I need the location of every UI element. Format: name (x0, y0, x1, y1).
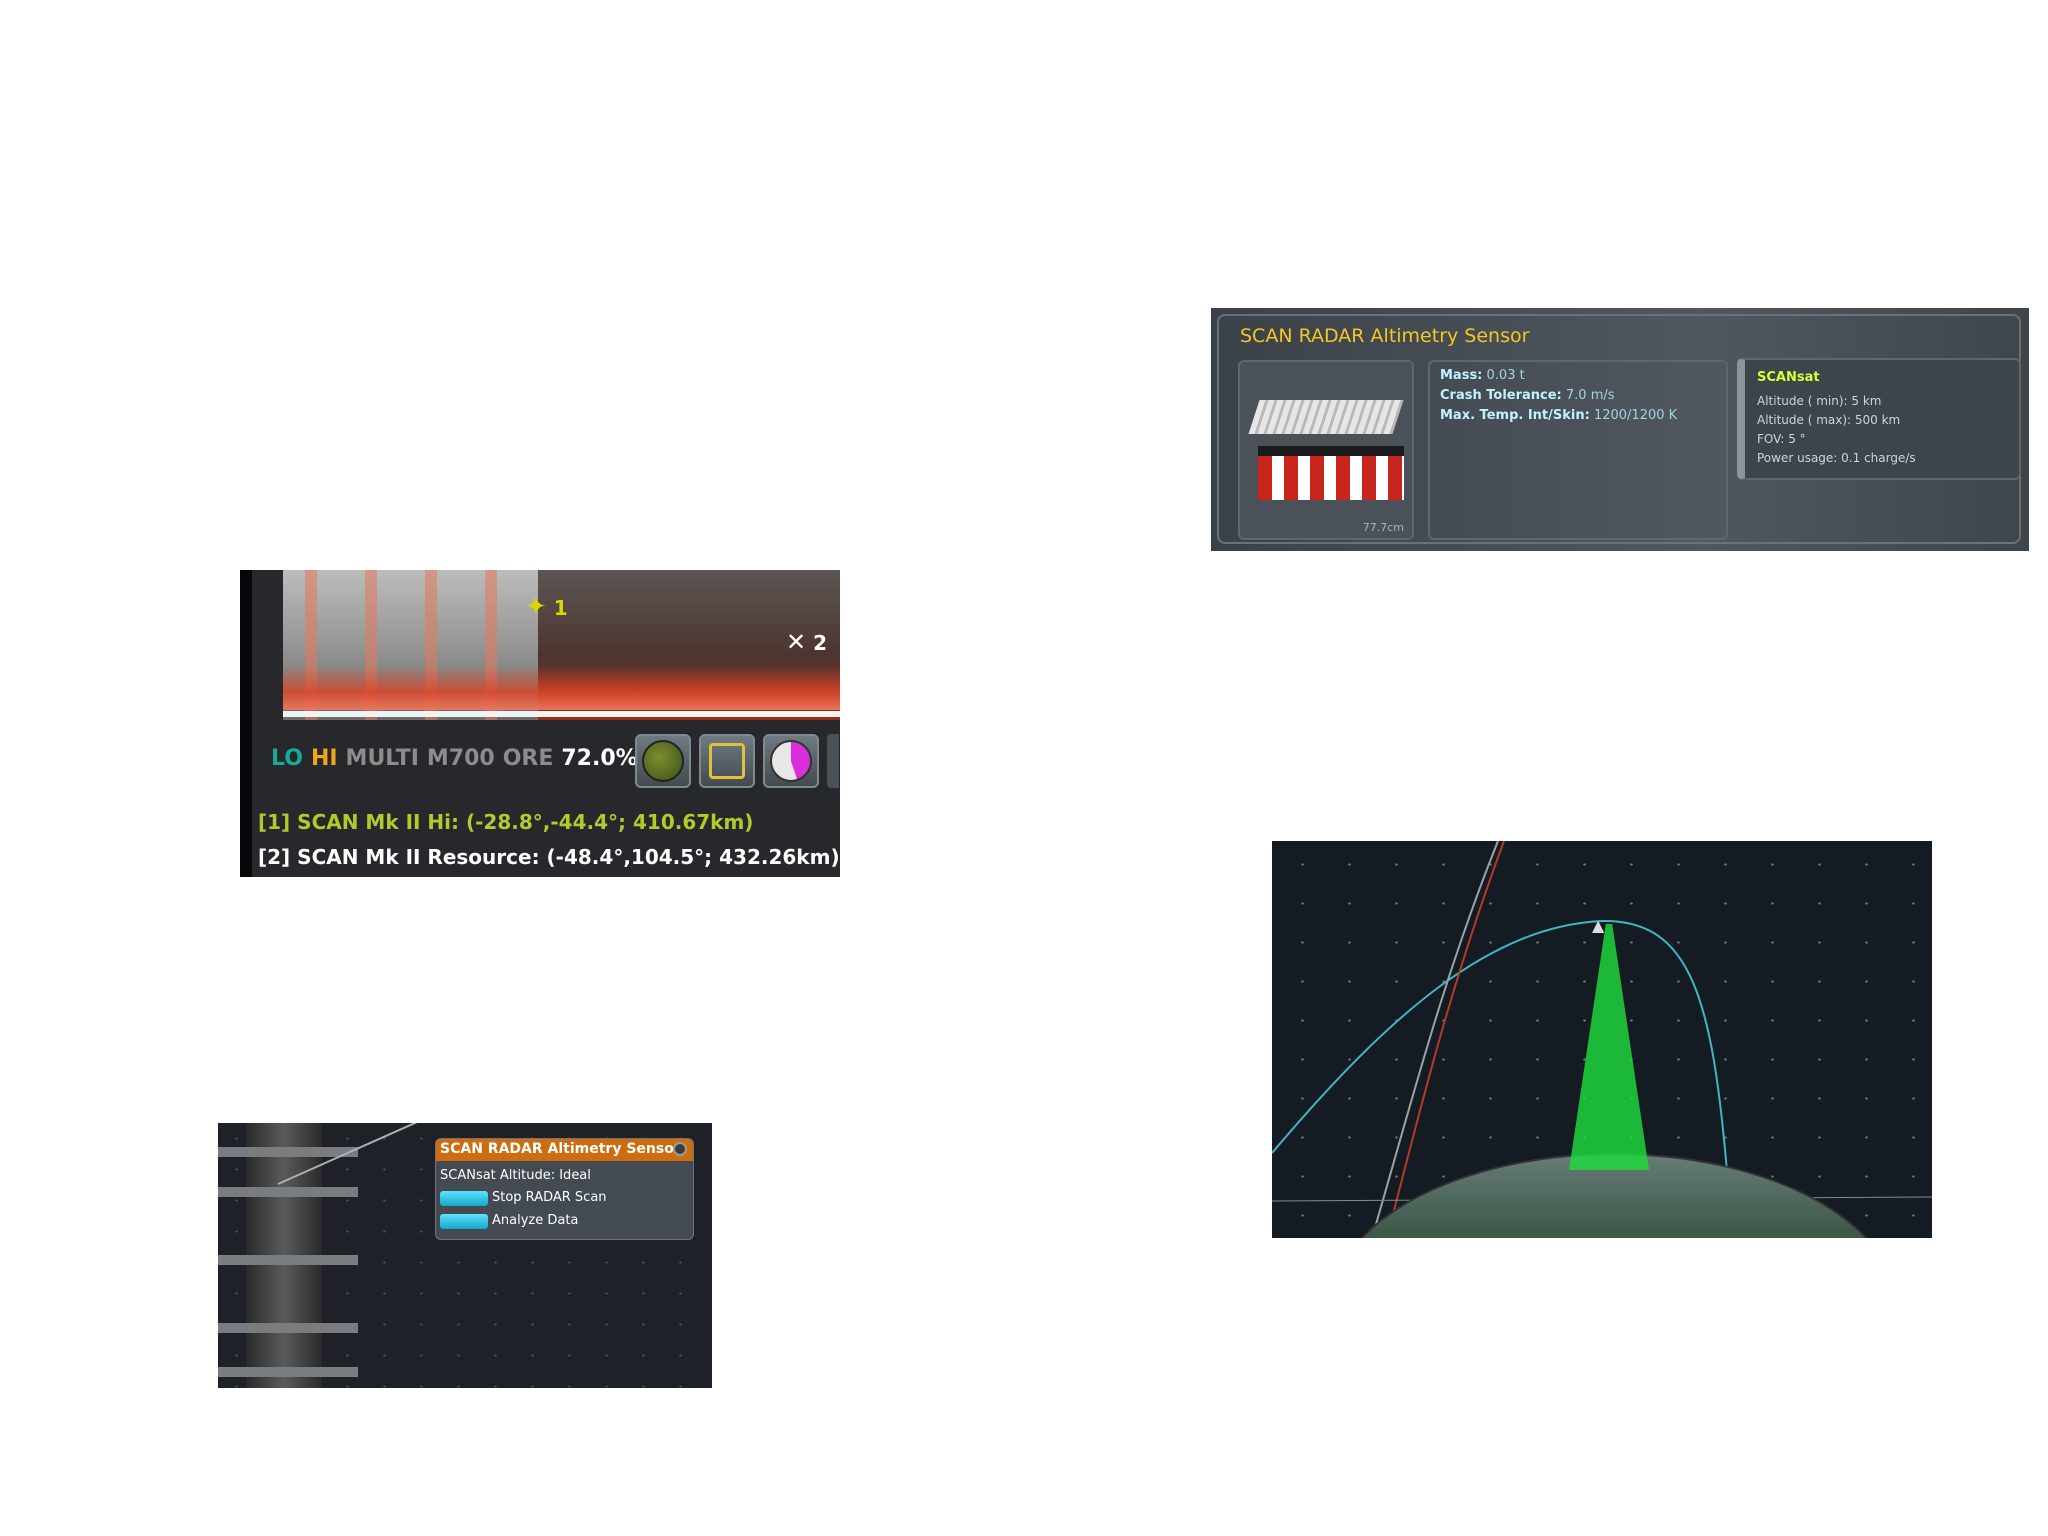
stat-label: Mass: (1440, 368, 1483, 383)
stat-value: 1200/1200 K (1593, 408, 1678, 423)
stat-value: 7.0 m/s (1565, 388, 1615, 403)
toolbar-button-partial[interactable] (827, 734, 839, 788)
part-action-scene: SCAN RADAR Altimetry Sensor SCANsat Alti… (218, 1123, 712, 1388)
truss-strut (218, 1187, 358, 1197)
legend-lo: LO (271, 746, 303, 771)
stop-radar-scan-button[interactable] (440, 1191, 488, 1206)
stat-label: Crash Tolerance: (1440, 388, 1562, 403)
analyze-data-label[interactable]: Analyze Data (492, 1213, 578, 1228)
stat-label: Max. Temp. Int/Skin: (1440, 408, 1590, 423)
module-alt-max: Altitude ( max): 500 km (1757, 413, 1901, 427)
stat-crash-tolerance: Crash Tolerance: 7.0 m/s (1440, 388, 1615, 403)
orbit-path (1272, 919, 1728, 1172)
truss-strut (218, 1367, 358, 1377)
truss-strut (218, 1323, 358, 1333)
paw-status: SCANsat Altitude: Ideal (440, 1168, 591, 1183)
legend-m700: M700 (426, 746, 495, 771)
vessel-marker-label: 2 (813, 631, 827, 655)
module-alt-min: Altitude ( min): 5 km (1757, 394, 1882, 408)
vessel-marker-2[interactable]: ✕ 2 (786, 628, 827, 656)
map-bottom-line (283, 711, 840, 717)
planet-overlay-icon (770, 740, 812, 782)
part-info-tooltip: SCAN RADAR Altimetry Sensor 77.7cm Mass:… (1211, 308, 2029, 551)
truss-strut (218, 1255, 358, 1265)
analyze-data-button[interactable] (440, 1214, 488, 1229)
satellite-icon[interactable]: ▲ (1592, 916, 1604, 935)
paw-title: SCAN RADAR Altimetry Sensor (440, 1141, 681, 1157)
stop-radar-scan-label[interactable]: Stop RADAR Scan (492, 1190, 607, 1205)
antenna-plate (1248, 400, 1404, 434)
module-power: Power usage: 0.1 charge/s (1757, 451, 1916, 465)
satellite-icon: ✦ (525, 592, 547, 622)
big-map-button[interactable] (635, 734, 691, 788)
map-resource-band (283, 666, 840, 710)
scansat-map-window: ✦ 1 ✕ 2 LO HI MULTI M700 ORE 72.0% [1] SCAN M… (240, 570, 840, 877)
part-thumbnail: 77.7cm (1238, 360, 1414, 540)
module-title: SCANsat (1757, 370, 1820, 385)
module-fov: FOV: 5 ° (1757, 432, 1806, 446)
satellite-icon: ✕ (786, 628, 807, 656)
zoom-map-button[interactable] (699, 734, 755, 788)
sensor-body (1258, 446, 1404, 500)
vessel-marker-1[interactable]: ✦ 1 (525, 592, 568, 622)
scan-percent: 72.0% (561, 746, 638, 771)
orbit-scan-scene: ▲ (1272, 841, 1932, 1238)
vessel-info-line-2[interactable]: [2] SCAN Mk II Resource: (-48.4°,104.5°;… (258, 845, 840, 869)
stat-value: 0.03 t (1486, 368, 1525, 383)
legend-multi: MULTI (345, 746, 419, 771)
part-title: SCAN RADAR Altimetry Sensor (1240, 325, 1530, 347)
vessel-info-line-1[interactable]: [1] SCAN Mk II Hi: (-28.8°,-44.4°; 410.6… (258, 810, 753, 834)
part-stats: Mass: 0.03 t Crash Tolerance: 7.0 m/s Ma… (1428, 360, 1728, 540)
part-size: 77.7cm (1362, 521, 1404, 534)
close-icon[interactable] (673, 1142, 687, 1156)
scansat-module-info: SCANsat Altitude ( min): 5 km Altitude (… (1737, 358, 2021, 480)
stat-max-temp: Max. Temp. Int/Skin: 1200/1200 K (1440, 408, 1677, 423)
map-toolbar (635, 734, 839, 788)
legend-hi: HI (310, 746, 338, 771)
globe-icon (642, 740, 684, 782)
paw-header[interactable]: SCAN RADAR Altimetry Sensor (436, 1139, 693, 1161)
legend-ore: ORE (502, 746, 554, 771)
vessel-marker-label: 1 (553, 596, 568, 620)
part-action-window: SCAN RADAR Altimetry Sensor SCANsat Alti… (435, 1138, 694, 1240)
window-edge (240, 570, 252, 877)
zoom-icon (709, 743, 745, 779)
overlay-button[interactable] (763, 734, 819, 788)
stat-mass: Mass: 0.03 t (1440, 368, 1525, 383)
sensor-legend: LO HI MULTI M700 ORE 72.0% (271, 746, 646, 771)
